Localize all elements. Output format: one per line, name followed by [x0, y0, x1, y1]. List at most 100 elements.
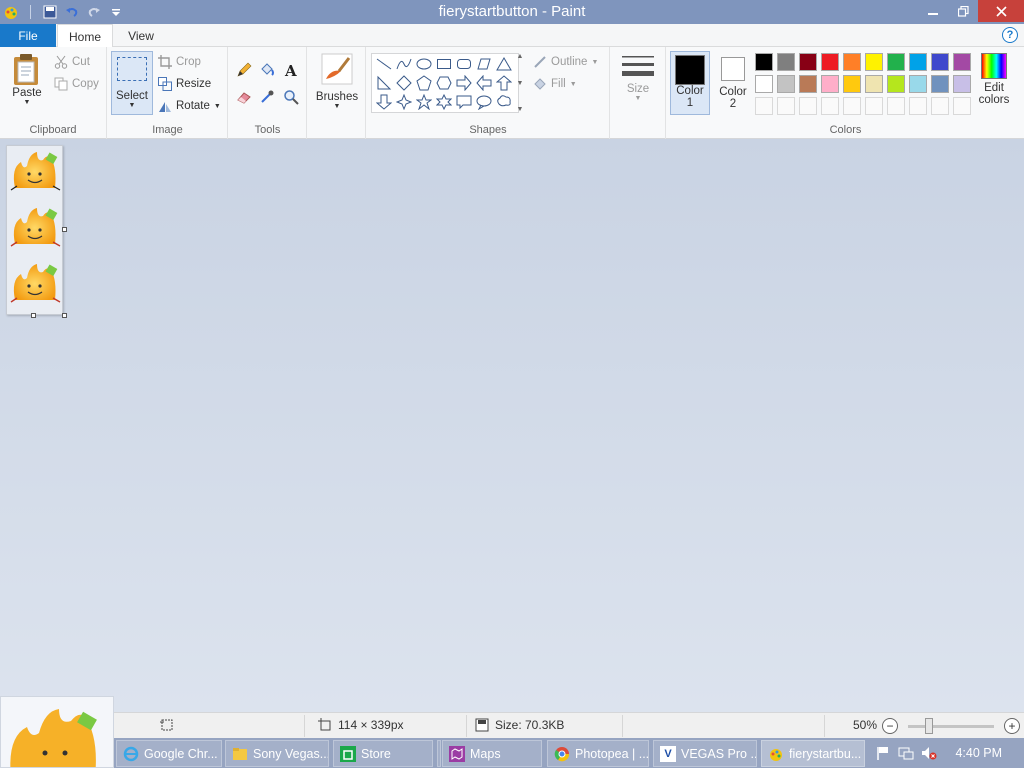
shape-rect-callout-icon[interactable]: [455, 93, 473, 111]
shape-four-point-star-icon[interactable]: [395, 93, 413, 111]
taskbar-thumbnail-preview[interactable]: [0, 696, 114, 768]
shape-down-arrow-icon[interactable]: [375, 93, 393, 111]
custom-color-slot[interactable]: [799, 97, 817, 115]
taskbar-item-vegas-pro[interactable]: V VEGAS Pro ...: [653, 740, 757, 767]
close-button[interactable]: [978, 0, 1024, 22]
palette-swatch[interactable]: [799, 75, 817, 93]
shape-rounded-rectangle-icon[interactable]: [455, 55, 473, 73]
shape-line-icon[interactable]: [375, 55, 393, 73]
minimize-button[interactable]: [918, 0, 948, 22]
scroll-up-icon[interactable]: ▲: [517, 53, 524, 60]
shape-oval-callout-icon[interactable]: [475, 93, 493, 111]
palette-swatch[interactable]: [821, 53, 839, 71]
palette-swatch[interactable]: [931, 53, 949, 71]
outline-button[interactable]: Outline ▼: [533, 53, 598, 71]
custom-color-slot[interactable]: [931, 97, 949, 115]
shapes-gallery[interactable]: [371, 53, 519, 113]
shape-cloud-callout-icon[interactable]: [495, 93, 513, 111]
fill-button[interactable]: Fill ▼: [533, 75, 577, 93]
custom-color-slot[interactable]: [909, 97, 927, 115]
shape-right-arrow-icon[interactable]: [455, 74, 473, 92]
help-icon[interactable]: ?: [1002, 27, 1018, 43]
shape-polygon-icon[interactable]: [475, 55, 493, 73]
cut-button[interactable]: Cut: [54, 53, 90, 71]
shape-right-triangle-icon[interactable]: [375, 74, 393, 92]
fill-bucket-icon[interactable]: [257, 60, 277, 80]
color2-button[interactable]: Color 2: [713, 51, 753, 115]
custom-color-slot[interactable]: [821, 97, 839, 115]
custom-color-slot[interactable]: [865, 97, 883, 115]
paste-button[interactable]: Paste ▼: [8, 53, 46, 107]
shape-left-arrow-icon[interactable]: [475, 74, 493, 92]
taskbar-item-store[interactable]: Store: [333, 740, 433, 767]
palette-swatch[interactable]: [865, 75, 883, 93]
zoom-in-button[interactable]: +: [1004, 718, 1020, 734]
resize-button[interactable]: Resize: [158, 75, 211, 93]
zoom-slider-thumb[interactable]: [925, 718, 933, 734]
resize-handle-right[interactable]: [62, 227, 67, 232]
palette-swatch[interactable]: [821, 75, 839, 93]
resize-handle-corner[interactable]: [62, 313, 67, 318]
taskbar-item-chrome[interactable]: Google Chr...: [116, 740, 222, 767]
palette-swatch[interactable]: [843, 53, 861, 71]
copy-button[interactable]: Copy: [54, 75, 99, 93]
volume-muted-icon[interactable]: [921, 746, 937, 760]
restore-button[interactable]: [948, 0, 978, 22]
palette-swatch[interactable]: [909, 53, 927, 71]
zoom-out-button[interactable]: −: [882, 718, 898, 734]
palette-swatch[interactable]: [953, 75, 971, 93]
shape-curve-icon[interactable]: [395, 55, 413, 73]
custom-color-slot[interactable]: [953, 97, 971, 115]
eraser-icon[interactable]: [234, 87, 254, 107]
resize-handle-bottom[interactable]: [31, 313, 36, 318]
custom-color-slot[interactable]: [755, 97, 773, 115]
custom-color-slot[interactable]: [843, 97, 861, 115]
pencil-icon[interactable]: [234, 60, 254, 80]
palette-swatch[interactable]: [777, 75, 795, 93]
color1-button[interactable]: Color 1: [670, 51, 710, 115]
file-tab[interactable]: File: [0, 24, 56, 47]
palette-swatch[interactable]: [887, 75, 905, 93]
shapes-scroll[interactable]: ▲ ▼ ▼: [515, 53, 525, 113]
palette-swatch[interactable]: [887, 53, 905, 71]
drawing-canvas[interactable]: [6, 145, 63, 315]
clock[interactable]: 4:40 PM: [955, 746, 1002, 760]
shape-triangle-icon[interactable]: [495, 55, 513, 73]
shape-five-point-star-icon[interactable]: [415, 93, 433, 111]
custom-color-slot[interactable]: [887, 97, 905, 115]
color-picker-icon[interactable]: [257, 87, 277, 107]
size-button[interactable]: Size ▼: [617, 53, 659, 103]
shape-six-point-star-icon[interactable]: [435, 93, 453, 111]
palette-swatch[interactable]: [777, 53, 795, 71]
shape-oval-icon[interactable]: [415, 55, 433, 73]
shape-diamond-icon[interactable]: [395, 74, 413, 92]
taskbar-item-sony-vegas[interactable]: Sony Vegas...: [225, 740, 329, 767]
shape-rectangle-icon[interactable]: [435, 55, 453, 73]
crop-button[interactable]: Crop: [158, 53, 201, 71]
text-tool-icon[interactable]: A: [281, 60, 301, 80]
taskbar-item-photopea[interactable]: Photopea | ...: [547, 740, 649, 767]
edit-colors-button[interactable]: Edit colors: [975, 53, 1013, 106]
shape-pentagon-icon[interactable]: [415, 74, 433, 92]
taskbar-item-maps[interactable]: Maps: [442, 740, 542, 767]
flag-icon[interactable]: [876, 746, 892, 760]
palette-swatch[interactable]: [843, 75, 861, 93]
brushes-button[interactable]: Brushes ▼: [312, 53, 362, 111]
palette-swatch[interactable]: [799, 53, 817, 71]
shape-hexagon-icon[interactable]: [435, 74, 453, 92]
network-icon[interactable]: [898, 746, 914, 760]
canvas-workspace[interactable]: [0, 139, 1024, 712]
palette-swatch[interactable]: [865, 53, 883, 71]
gallery-expand-icon[interactable]: ▼: [517, 106, 524, 113]
taskbar-item-paint[interactable]: fierystartbu...: [761, 740, 865, 767]
scroll-down-icon[interactable]: ▼: [517, 80, 524, 87]
palette-swatch[interactable]: [953, 53, 971, 71]
shape-up-arrow-icon[interactable]: [495, 74, 513, 92]
tab-view[interactable]: View: [116, 24, 166, 48]
palette-swatch[interactable]: [931, 75, 949, 93]
palette-swatch[interactable]: [909, 75, 927, 93]
magnifier-icon[interactable]: [281, 87, 301, 107]
rotate-button[interactable]: Rotate ▼: [158, 97, 221, 115]
palette-swatch[interactable]: [755, 53, 773, 71]
tab-home[interactable]: Home: [57, 24, 113, 48]
